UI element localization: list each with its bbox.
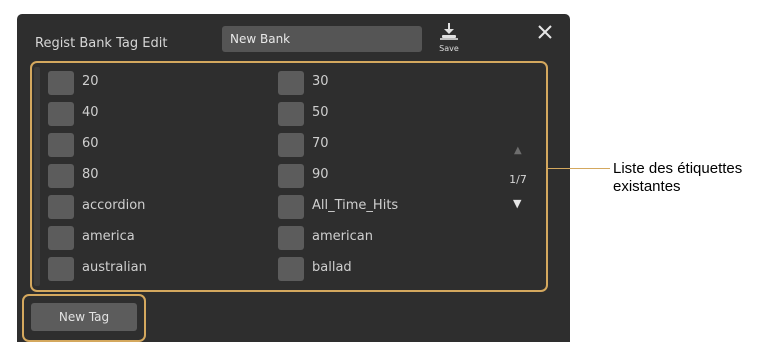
save-button[interactable]: Save (430, 22, 468, 56)
tag-label: 90 (312, 167, 329, 182)
window-title: Regist Bank Tag Edit (35, 36, 168, 51)
tag-label: 80 (82, 167, 99, 182)
tag-label: 40 (82, 105, 99, 120)
callout-line-1: Liste des étiquettes (613, 160, 743, 177)
tag-checkbox[interactable] (48, 133, 74, 157)
callout-line (548, 168, 610, 169)
tag-checkbox[interactable] (278, 71, 304, 95)
tag-checkbox[interactable] (278, 133, 304, 157)
tag-label: All_Time_Hits (312, 198, 399, 213)
new-tag-button[interactable]: New Tag (31, 303, 137, 331)
tag-checkbox[interactable] (48, 257, 74, 281)
tag-checkbox[interactable] (48, 102, 74, 126)
tag-label: 60 (82, 136, 99, 151)
tag-checkbox[interactable] (278, 164, 304, 188)
tag-label: american (312, 229, 373, 244)
close-button[interactable] (533, 20, 557, 44)
tag-checkbox[interactable] (278, 226, 304, 250)
tag-label: australian (82, 260, 147, 275)
page-indicator: 1/7 (509, 173, 527, 186)
bank-name-field[interactable]: New Bank (222, 26, 422, 52)
tag-list: 20 40 60 80 accordion america australian (30, 61, 548, 292)
tag-label: america (82, 229, 135, 244)
tag-label: 50 (312, 105, 329, 120)
tag-checkbox[interactable] (48, 226, 74, 250)
save-icon (440, 23, 458, 40)
up-arrow-icon[interactable]: ▲ (514, 145, 522, 156)
tag-label: ballad (312, 260, 352, 275)
callout-text: Liste des étiquettes existantes (613, 160, 742, 196)
tag-label: 20 (82, 74, 99, 89)
tag-checkbox[interactable] (278, 257, 304, 281)
close-icon (538, 25, 552, 39)
callout-line-2: existantes (613, 178, 681, 195)
tag-checkbox[interactable] (48, 195, 74, 219)
tag-label: 30 (312, 74, 329, 89)
tag-checkbox[interactable] (48, 164, 74, 188)
tag-label: accordion (82, 198, 146, 213)
list-scroll-track (34, 67, 40, 286)
tag-checkbox[interactable] (278, 195, 304, 219)
tag-label: 70 (312, 136, 329, 151)
tag-edit-window: Regist Bank Tag Edit New Bank Save 20 40… (17, 14, 570, 342)
tag-checkbox[interactable] (278, 102, 304, 126)
save-label: Save (439, 44, 459, 53)
new-tag-highlight: New Tag (22, 294, 146, 342)
down-arrow-icon[interactable]: ▼ (513, 197, 521, 210)
tag-checkbox[interactable] (48, 71, 74, 95)
